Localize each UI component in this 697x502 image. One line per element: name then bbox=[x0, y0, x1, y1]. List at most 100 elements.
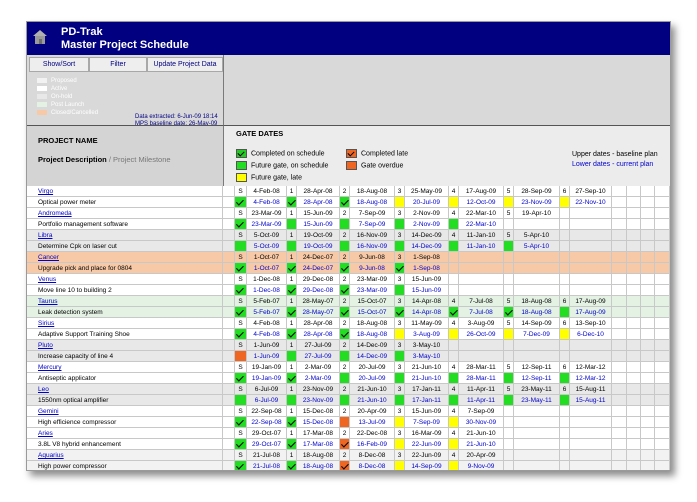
gate-baseline-date: 22-Sep-08 bbox=[247, 406, 287, 417]
checkmark-icon bbox=[287, 307, 297, 318]
gate-baseline-date: 17-Aug-09 bbox=[459, 186, 504, 197]
gate-current-date: 15-Oct-07 bbox=[350, 307, 395, 318]
gate-number: S bbox=[235, 208, 247, 219]
empty-cell bbox=[641, 197, 655, 208]
project-row: Mercury S 19-Jan-09 1 2-Mar-09 2 20-Jul-09 3 21-… bbox=[27, 362, 670, 373]
gate-number: 1 bbox=[287, 208, 297, 219]
project-name-link[interactable]: Leo bbox=[27, 384, 223, 395]
project-row-current: Antiseptic applicator 19-Jan-09 2-Mar-09 20… bbox=[27, 373, 670, 384]
empty-cell bbox=[641, 263, 655, 274]
project-name-link[interactable]: Mercury bbox=[27, 362, 223, 373]
project-name-link[interactable]: Sirius bbox=[27, 318, 223, 329]
project-header: PROJECT NAME Project Description / Proje… bbox=[27, 125, 223, 187]
project-name-link[interactable]: Virgo bbox=[27, 186, 223, 197]
checkmark-icon bbox=[340, 285, 350, 296]
spacer-cell bbox=[223, 230, 235, 241]
gate-current-date: 2-Nov-09 bbox=[405, 219, 449, 230]
legend-swatch bbox=[37, 94, 47, 99]
checkmark-icon bbox=[340, 197, 350, 208]
gate-number: S bbox=[235, 252, 247, 263]
gate-current-date: 29-Oct-07 bbox=[247, 439, 287, 450]
gate-baseline-date bbox=[459, 274, 504, 285]
project-name-link[interactable]: Aquarius bbox=[27, 450, 223, 461]
gate-current-date: 18-Aug-08 bbox=[297, 461, 340, 470]
gate-number: 1 bbox=[287, 274, 297, 285]
empty-cell bbox=[641, 340, 655, 351]
gate-current-date bbox=[570, 439, 612, 450]
empty-cell bbox=[641, 186, 655, 197]
legend-label: Closed/Cancelled bbox=[51, 110, 99, 116]
gate-number: S bbox=[235, 428, 247, 439]
project-row-current: 3.8L V8 hybrid enhancement 29-Oct-07 17-Ma… bbox=[27, 439, 670, 450]
milestone-label: / Project Milestone bbox=[108, 155, 171, 164]
gate-current-date bbox=[570, 461, 612, 470]
gate-baseline-date bbox=[514, 406, 560, 417]
gate-baseline-date: 28-May-07 bbox=[297, 296, 340, 307]
filter-button[interactable]: Filter bbox=[89, 57, 147, 72]
gate-current-date: 14-Dec-09 bbox=[350, 351, 395, 362]
gate-current-date: 12-Mar-12 bbox=[570, 373, 612, 384]
gate-baseline-date: 14-Dec-09 bbox=[405, 230, 449, 241]
gate-baseline-date: 21-Jul-08 bbox=[247, 450, 287, 461]
project-description: Determine Cpk on laser cut bbox=[27, 241, 223, 252]
gate-baseline-date: 27-Jul-09 bbox=[297, 340, 340, 351]
gate-current-date: 11-Apr-11 bbox=[459, 395, 504, 406]
gate-current-date: 28-Apr-08 bbox=[297, 329, 340, 340]
spacer-cell bbox=[223, 395, 235, 406]
gate-number: S bbox=[235, 318, 247, 329]
gate-number bbox=[449, 340, 459, 351]
spacer-cell bbox=[223, 373, 235, 384]
empty-cell bbox=[641, 450, 655, 461]
project-name-link[interactable]: Venus bbox=[27, 274, 223, 285]
gate-current-date: 29-Dec-08 bbox=[297, 285, 340, 296]
spacer-cell bbox=[223, 186, 235, 197]
empty-cell bbox=[641, 461, 655, 470]
gate-number: 3 bbox=[395, 362, 405, 373]
project-name-link[interactable]: Pluto bbox=[27, 340, 223, 351]
gate-baseline-date: 28-Mar-11 bbox=[459, 362, 504, 373]
gate-baseline-date: 23-Mar-09 bbox=[247, 208, 287, 219]
project-name-link[interactable]: Taurus bbox=[27, 296, 223, 307]
gate-number bbox=[560, 252, 570, 263]
project-name-link[interactable]: Gemini bbox=[27, 406, 223, 417]
gate-number: 3 bbox=[395, 296, 405, 307]
gate-baseline-date: 3-May-10 bbox=[405, 340, 449, 351]
project-description: Optical power meter bbox=[27, 197, 223, 208]
gate-number bbox=[449, 274, 459, 285]
spacer-cell bbox=[223, 362, 235, 373]
project-name-link[interactable]: Libra bbox=[27, 230, 223, 241]
gate-baseline-date bbox=[514, 274, 560, 285]
gate-baseline-date: 15-Jun-09 bbox=[405, 406, 449, 417]
empty-cell bbox=[612, 351, 627, 362]
empty-cell bbox=[612, 362, 627, 373]
gate-number: 6 bbox=[560, 362, 570, 373]
gate-key-item: Future gate, late bbox=[236, 173, 302, 182]
gate-current-date: 7-Jul-08 bbox=[459, 307, 504, 318]
gate-number: 2 bbox=[340, 274, 350, 285]
gate-baseline-date: 7-Sep-09 bbox=[350, 208, 395, 219]
checkmark-icon bbox=[340, 461, 350, 470]
project-name-link[interactable]: Cancer bbox=[27, 252, 223, 263]
gate-baseline-date: 3-Aug-09 bbox=[459, 318, 504, 329]
gate-number: S bbox=[235, 362, 247, 373]
empty-cell bbox=[627, 219, 641, 230]
empty-cell bbox=[641, 208, 655, 219]
update-project-data-button[interactable]: Update Project Data bbox=[147, 57, 223, 72]
gate-number: 4 bbox=[449, 296, 459, 307]
project-name-link[interactable]: Andromeda bbox=[27, 208, 223, 219]
empty-cell bbox=[655, 395, 670, 406]
gate-current-date: 22-Mar-10 bbox=[459, 219, 504, 230]
gate-baseline-date: 22-Jun-09 bbox=[405, 450, 449, 461]
legend-label: On-hold bbox=[51, 94, 73, 100]
gate-baseline-date: 18-Aug-08 bbox=[297, 450, 340, 461]
empty-cell bbox=[655, 285, 670, 296]
checkmark-icon bbox=[287, 329, 297, 340]
project-name-link[interactable]: Aries bbox=[27, 428, 223, 439]
gate-current-date: 5-Apr-10 bbox=[514, 241, 560, 252]
gate-number bbox=[560, 208, 570, 219]
show-sort-button[interactable]: Show/Sort bbox=[29, 57, 89, 72]
gate-status-flag bbox=[560, 329, 570, 340]
checkmark-icon bbox=[235, 461, 247, 470]
gate-current-date: 14-Dec-09 bbox=[405, 241, 449, 252]
gate-number: 6 bbox=[560, 186, 570, 197]
